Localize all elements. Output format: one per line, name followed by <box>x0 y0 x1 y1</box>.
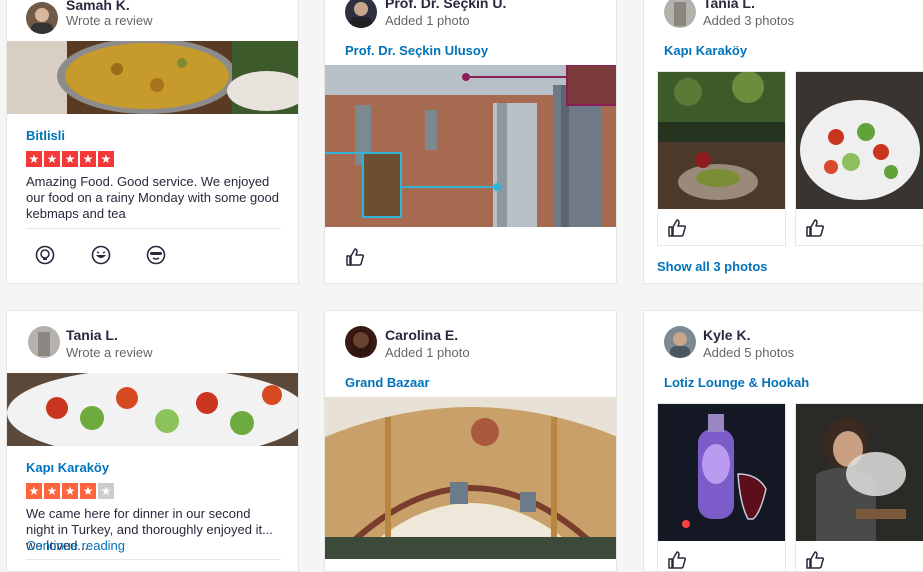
photo-tile <box>795 403 923 571</box>
useful-icon[interactable] <box>35 245 55 270</box>
funny-icon[interactable] <box>91 245 111 270</box>
business-photo[interactable] <box>658 404 785 541</box>
star-icon: ★ <box>62 483 78 499</box>
star-rating-5: ★ ★ ★ ★ ★ <box>26 151 114 167</box>
star-icon: ★ <box>80 483 96 499</box>
avatar[interactable] <box>26 2 58 34</box>
photo-tile <box>795 71 923 246</box>
avatar[interactable] <box>345 0 377 28</box>
star-icon: ★ <box>98 483 114 499</box>
user-name[interactable]: Prof. Dr. Seçkin U. <box>385 0 506 11</box>
avatar[interactable] <box>664 326 696 358</box>
user-action: Wrote a review <box>66 13 153 28</box>
avatar[interactable] <box>345 326 377 358</box>
user-name[interactable]: Carolina E. <box>385 327 458 343</box>
show-all-photos-link[interactable]: Show all 3 photos <box>657 259 768 274</box>
thumbs-up-icon[interactable] <box>345 247 365 272</box>
star-icon: ★ <box>98 151 114 167</box>
business-name[interactable]: Grand Bazaar <box>345 375 430 390</box>
business-name[interactable]: Kapı Karaköy <box>26 460 109 475</box>
business-name[interactable]: Lotiz Lounge & Hookah <box>664 375 809 390</box>
avatar[interactable] <box>664 0 696 28</box>
review-photo[interactable] <box>7 373 298 446</box>
feed-card-1: Samah K. Wrote a review Bitlisli ★ ★ ★ ★… <box>6 0 299 284</box>
divider <box>26 228 281 229</box>
user-name[interactable]: Tania L. <box>66 327 118 343</box>
user-name[interactable]: Samah K. <box>66 0 130 13</box>
continue-reading-link[interactable]: Continue reading <box>26 538 125 553</box>
star-icon: ★ <box>26 483 42 499</box>
thumbs-up-icon[interactable] <box>667 550 687 571</box>
business-name[interactable]: Kapı Karaköy <box>664 43 747 58</box>
star-rating-4: ★ ★ ★ ★ ★ <box>26 483 114 499</box>
cool-icon[interactable] <box>146 245 166 270</box>
business-photo[interactable] <box>658 72 785 209</box>
business-photo[interactable] <box>325 65 616 227</box>
business-name[interactable]: Bitlisli <box>26 128 65 143</box>
star-icon: ★ <box>44 483 60 499</box>
avatar[interactable] <box>28 326 60 358</box>
review-photo[interactable] <box>7 41 298 114</box>
divider <box>26 559 281 560</box>
business-photo[interactable] <box>796 404 923 541</box>
star-icon: ★ <box>44 151 60 167</box>
photo-tile <box>657 403 786 571</box>
review-text: Amazing Food. Good service. We enjoyed o… <box>26 174 279 221</box>
thumbs-up-icon[interactable] <box>805 550 825 571</box>
user-action: Wrote a review <box>66 345 153 360</box>
feed-card-2: Prof. Dr. Seçkin U. Added 1 photo Prof. … <box>324 0 617 284</box>
business-photo[interactable] <box>796 72 923 209</box>
user-action: Added 3 photos <box>703 13 795 28</box>
photo-tile <box>657 71 786 246</box>
user-name[interactable]: Tania L. <box>703 0 755 11</box>
feed-card-4: Tania L. Wrote a review Kapı Karaköy ★ ★… <box>6 310 299 572</box>
user-name[interactable]: Kyle K. <box>703 327 750 343</box>
thumbs-up-icon[interactable] <box>667 218 687 243</box>
business-photo[interactable] <box>325 397 616 559</box>
feed-card-5: Carolina E. Added 1 photo Grand Bazaar <box>324 310 617 572</box>
star-icon: ★ <box>80 151 96 167</box>
user-action: Added 5 photos <box>703 345 795 360</box>
star-icon: ★ <box>26 151 42 167</box>
star-icon: ★ <box>62 151 78 167</box>
feed-card-3: Tania L. Added 3 photos Kapı Karaköy Sho… <box>643 0 923 284</box>
business-name[interactable]: Prof. Dr. Seçkin Ulusoy <box>345 43 488 58</box>
user-action: Added 1 photo <box>385 345 470 360</box>
user-action: Added 1 photo <box>385 13 470 28</box>
thumbs-up-icon[interactable] <box>805 218 825 243</box>
feed-card-6: Kyle K. Added 5 photos Lotiz Lounge & Ho… <box>643 310 923 572</box>
